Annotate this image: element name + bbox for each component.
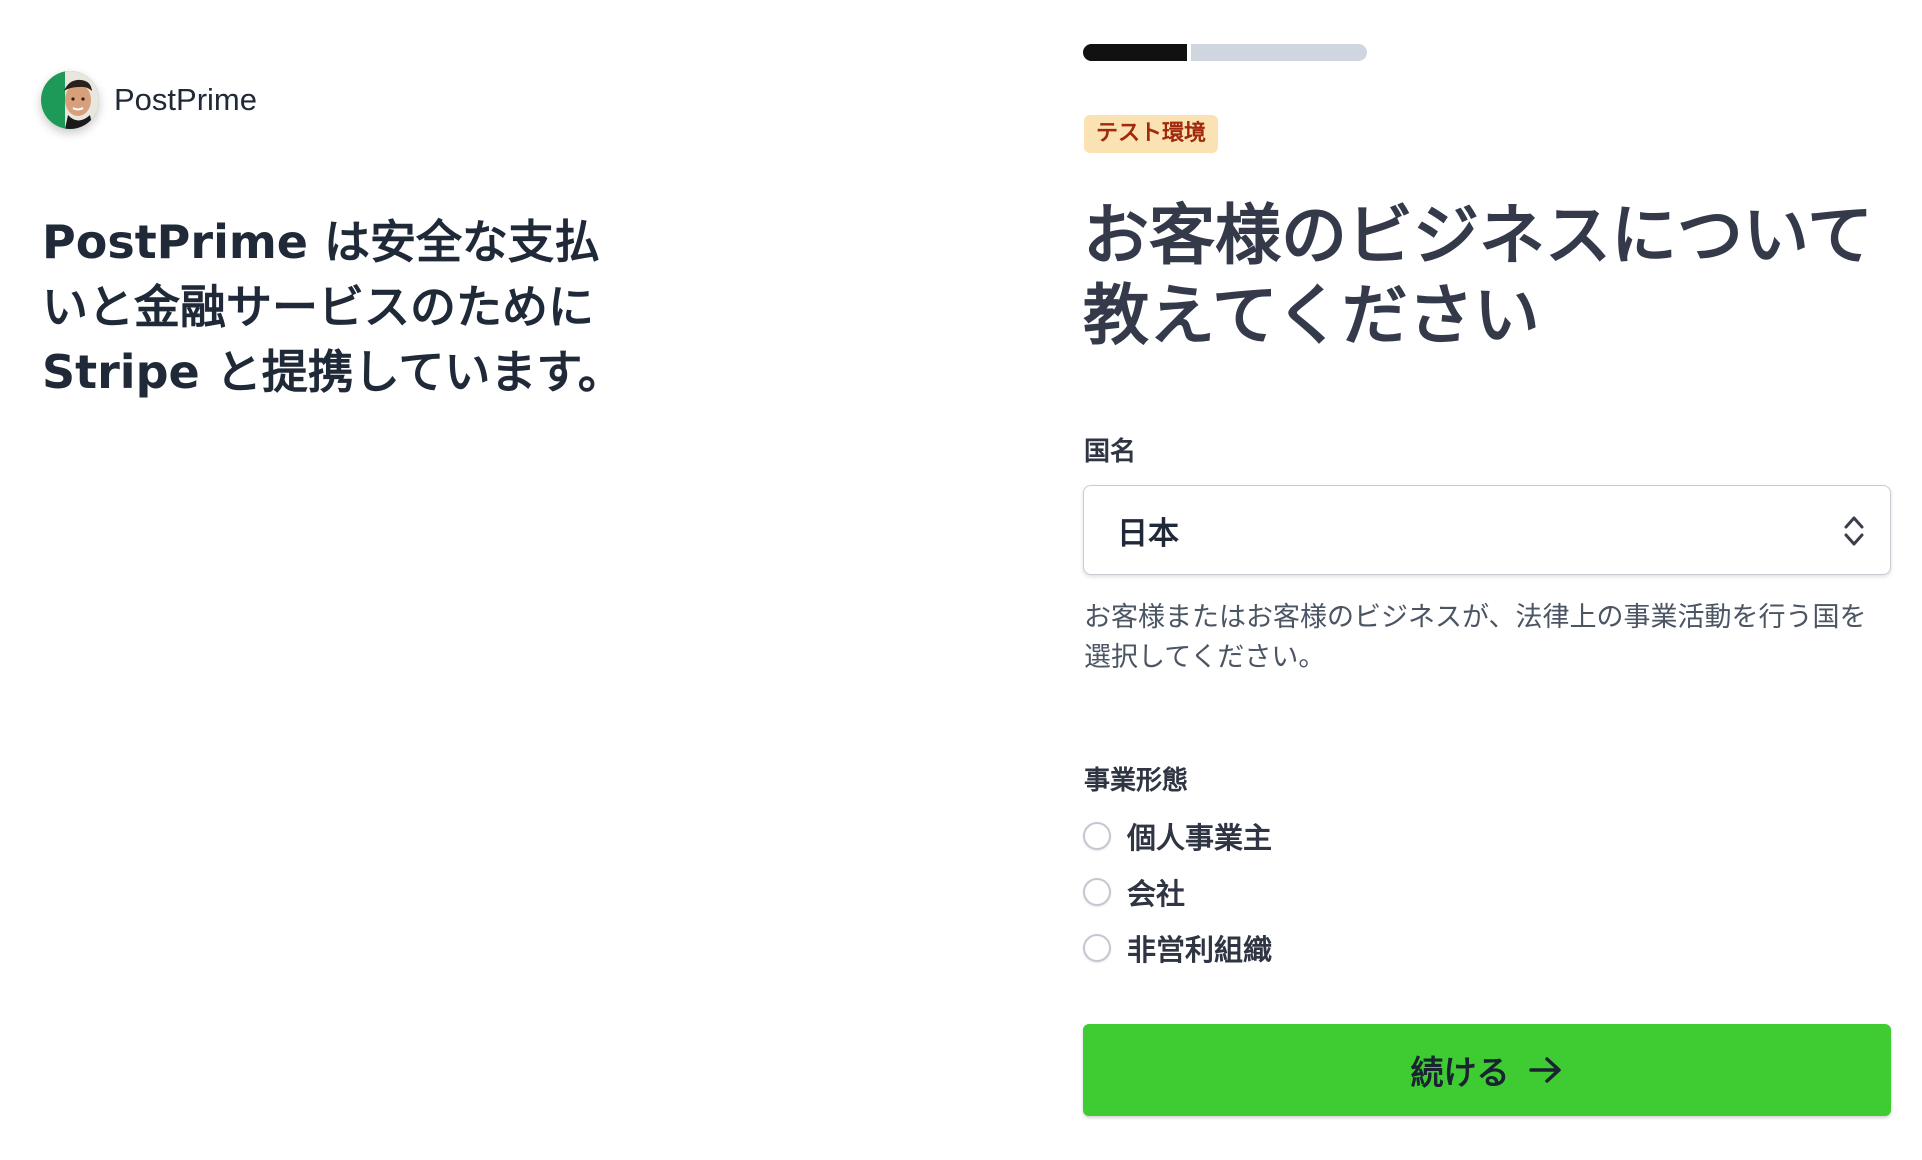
brand-tagline: PostPrime は安全な支払いと金融サービスのためにStripe と提携して… [42, 215, 624, 399]
country-help-text: お客様またはお客様のビジネスが、法律上の事業活動を行う国を選択してください。 [1084, 602, 1867, 673]
arrow-right-icon [1528, 1057, 1561, 1083]
country-select[interactable]: 日本 [1083, 485, 1891, 575]
radio-label: 個人事業主 [1127, 821, 1273, 855]
radio-option-company[interactable]: 会社 [1083, 864, 1272, 920]
progress-bar-fill [1083, 44, 1191, 61]
radio-button[interactable] [1083, 934, 1111, 962]
radio-label: 非営利組織 [1127, 933, 1273, 967]
progress-bar [1083, 44, 1367, 61]
radio-button[interactable] [1083, 822, 1111, 850]
continue-button[interactable]: 続ける [1083, 1024, 1891, 1116]
country-label: 国名 [1084, 437, 1137, 467]
radio-option-nonprofit[interactable]: 非営利組織 [1083, 920, 1272, 976]
radio-option-sole-proprietor[interactable]: 個人事業主 [1083, 808, 1272, 864]
business-type-label: 事業形態 [1084, 766, 1189, 796]
onboarding-page: PostPrime PostPrime は安全な支払いと金融サービスのためにSt… [0, 0, 1922, 1160]
avatar-image [41, 71, 99, 129]
continue-button-label: 続ける [1410, 1053, 1510, 1092]
brand: PostPrime [41, 71, 257, 129]
test-environment-badge: テスト環境 [1084, 115, 1219, 153]
brand-name: PostPrime [114, 82, 257, 117]
business-type-radio-group: 個人事業主 会社 非営利組織 [1083, 808, 1272, 976]
brand-avatar [41, 71, 99, 129]
chevron-up-down-icon [1844, 516, 1864, 546]
country-select-value: 日本 [1117, 515, 1179, 552]
radio-label: 会社 [1127, 877, 1186, 911]
page-title: お客様のビジネスについて教えてください [1083, 197, 1874, 354]
radio-button[interactable] [1083, 878, 1111, 906]
